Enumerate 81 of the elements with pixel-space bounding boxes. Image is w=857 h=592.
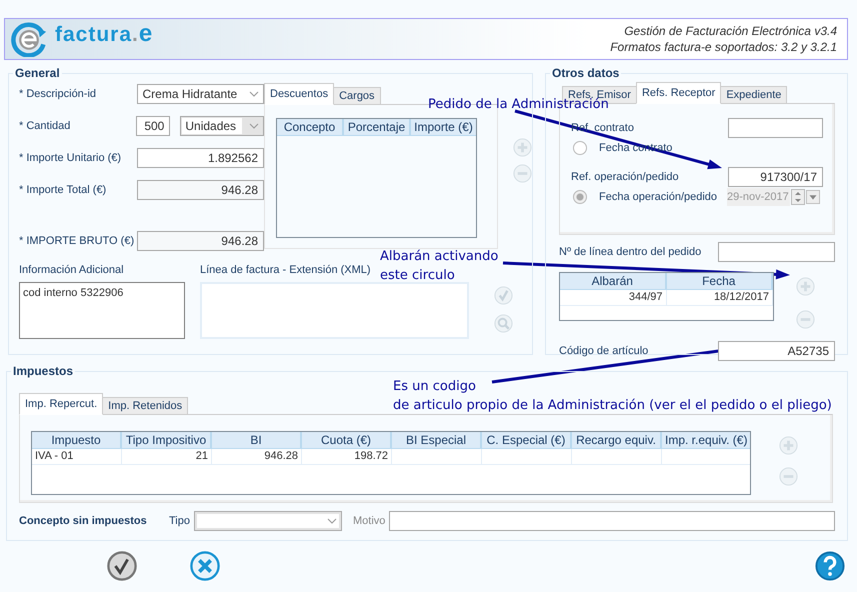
column-header: Recargo equiv. [572, 432, 662, 449]
column-header: BI [212, 432, 302, 449]
column-header: Albarán [560, 273, 666, 290]
amount-field: 946.28 [136, 180, 264, 200]
table-cell: 946.28 [212, 449, 302, 464]
annotation-text: Es un codigo [393, 378, 476, 396]
radio-label: Fecha operación/pedido [599, 191, 718, 203]
banner-text: Gestión de Facturación Electrónica v3.4 [624, 23, 837, 39]
tab[interactable]: Expediente [720, 86, 788, 104]
reason-field[interactable] [389, 511, 836, 531]
banner-text: Formatos factura-e soportados: 3.2 y 3.2.1 [610, 39, 837, 55]
additional-info-field[interactable]: cod interno 5322906 [19, 282, 185, 339]
add-icon[interactable] [779, 436, 798, 455]
app-logo-text: factura.e [55, 20, 154, 48]
field-label: * Importe Total (€) [19, 184, 108, 196]
column-header: Fecha [666, 273, 773, 290]
table-cell: 344/97 [560, 290, 666, 305]
field-label: Tipo [169, 515, 190, 527]
column-header: Porcentaje [344, 119, 411, 136]
add-icon[interactable] [796, 277, 815, 296]
radio-button[interactable] [573, 141, 587, 155]
amount-field: 946.28 [136, 230, 264, 250]
field-label: Información Adicional [19, 264, 124, 276]
tab[interactable]: Cargos [333, 87, 381, 105]
column-header: Cuota (€) [302, 432, 392, 449]
xml-extension-field[interactable] [200, 282, 469, 339]
field-label: Motivo [353, 515, 386, 527]
panel-title: Impuestos [11, 364, 76, 378]
field-label: * IMPORTE BRUTO (€) [19, 234, 136, 246]
field-label: Nº de línea dentro del pedido [559, 246, 702, 258]
remove-icon[interactable] [513, 164, 532, 183]
field-label: Ref. operación/pedido [571, 171, 679, 183]
chevron-icon[interactable] [249, 122, 259, 128]
section-label: Concepto sin impuestos [19, 515, 148, 527]
field-label: Código de artículo [559, 345, 648, 357]
select-field[interactable]: Crema Hidratante [136, 84, 264, 104]
field-label: Línea de factura - Extensión (XML) [200, 264, 371, 276]
article-code-field[interactable]: A52735 [718, 341, 835, 361]
accept-icon[interactable] [107, 551, 137, 581]
line-number-field[interactable] [718, 242, 835, 262]
column-header: Impuesto [32, 432, 122, 449]
annotation-text: Albarán activando [380, 248, 498, 266]
check-icon[interactable] [494, 286, 513, 305]
table-cell: IVA - 01 [32, 449, 122, 464]
column-header: Imp. r.equiv. (€) [662, 432, 750, 449]
column-header: Concepto [277, 119, 344, 136]
field-label: * Importe Unitario (€) [19, 152, 122, 164]
quantity-field[interactable]: 500 [136, 116, 170, 136]
spinner-icon[interactable] [791, 189, 805, 205]
remove-icon[interactable] [796, 310, 815, 329]
tab[interactable]: Refs. Receptor [636, 82, 722, 104]
order-ref-field[interactable]: 917300/17 [728, 167, 823, 187]
field-label: * Cantidad [19, 120, 72, 132]
cancel-icon[interactable] [190, 551, 220, 581]
panel-title: Otros datos [550, 66, 622, 80]
type-select[interactable] [194, 511, 342, 531]
help-icon[interactable] [815, 551, 845, 581]
column-header: Tipo Impositivo [122, 432, 212, 449]
field-label: * Descripción-id [19, 88, 98, 100]
tab[interactable]: Imp. Retenidos [102, 397, 188, 415]
column-header: BI Especial [392, 432, 482, 449]
tab[interactable]: Descuentos [264, 83, 334, 105]
annotation-text: este circulo [380, 267, 455, 285]
column-header: C. Especial (€) [482, 432, 572, 449]
column-header: Importe (€) [411, 119, 476, 136]
dropdown-icon[interactable] [806, 189, 820, 205]
search-icon[interactable] [494, 314, 513, 333]
table-cell: 198.72 [302, 449, 392, 464]
tab[interactable]: Imp. Repercut. [19, 393, 104, 415]
table-cell: 18/12/2017 [666, 290, 773, 305]
add-icon[interactable] [513, 138, 532, 157]
unit-select[interactable]: Unidades [180, 116, 264, 136]
amount-field[interactable]: 1.892562 [136, 148, 264, 168]
table-cell: 21 [122, 449, 212, 464]
chevron-icon[interactable] [249, 90, 259, 96]
contract-ref-field[interactable] [728, 118, 823, 138]
remove-icon[interactable] [779, 467, 798, 486]
logo-icon [11, 21, 47, 57]
chevron-icon[interactable] [327, 518, 337, 524]
annotation-text: de articulo propio de la Administración (ver el el pedido o el pliego) [393, 397, 832, 415]
panel-title: General [13, 66, 62, 80]
